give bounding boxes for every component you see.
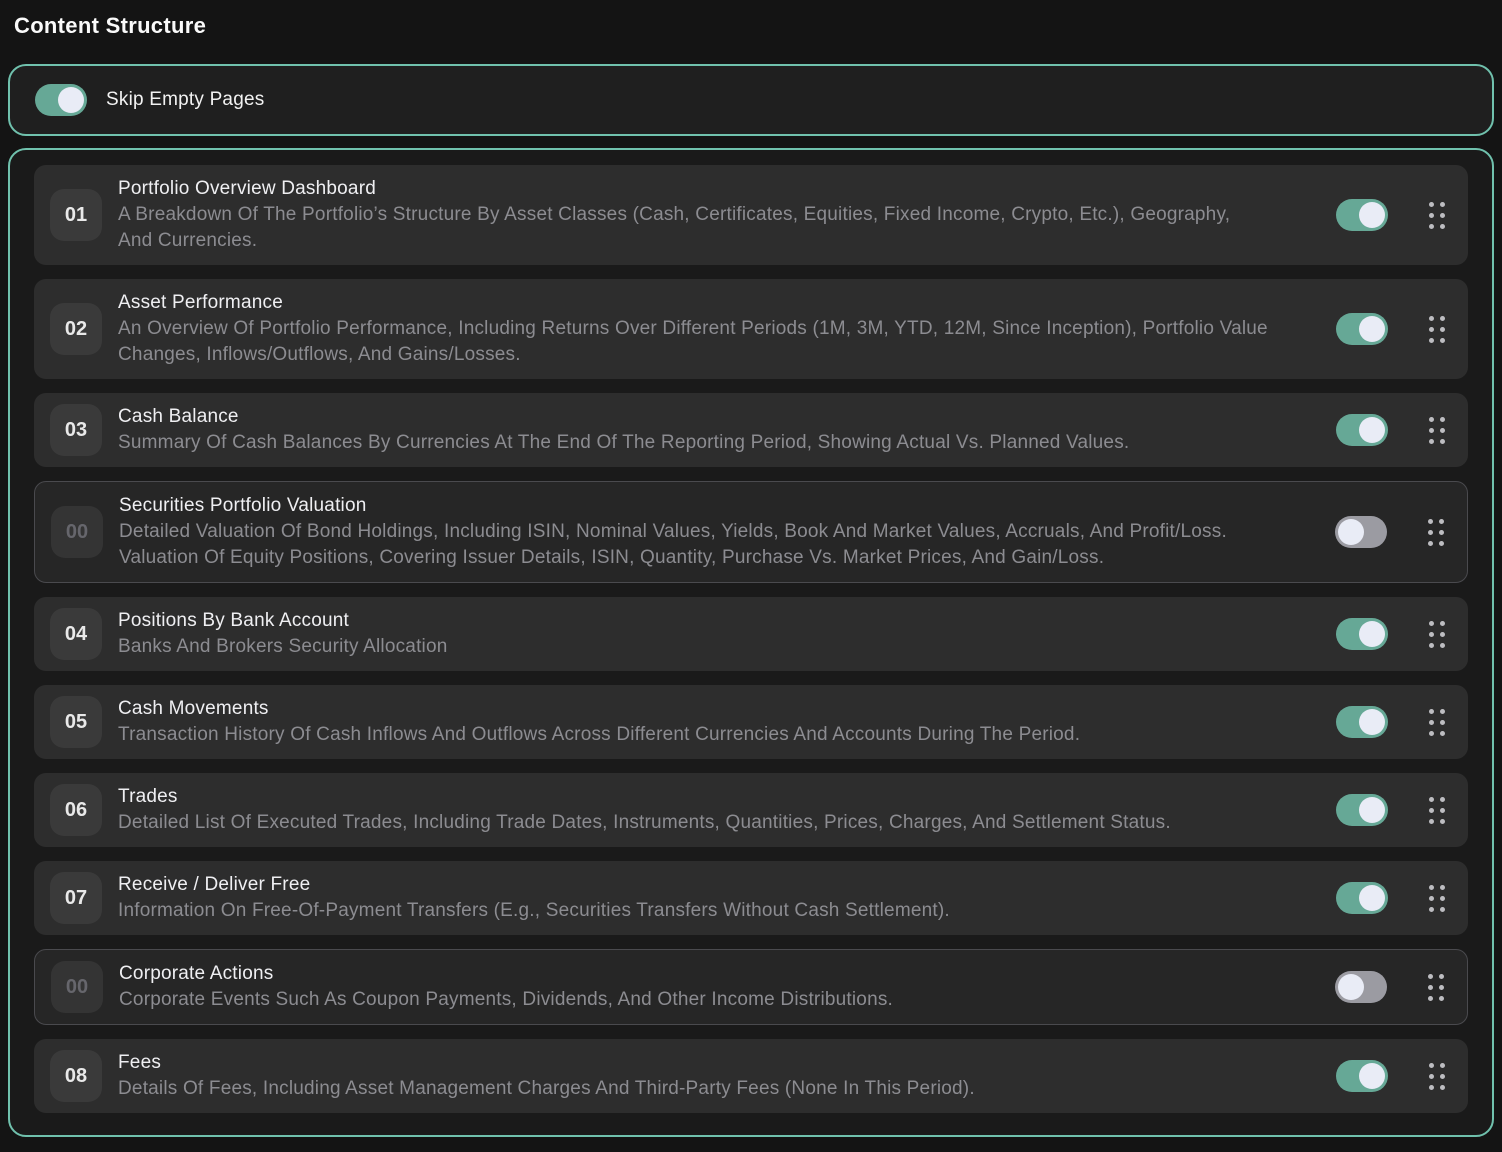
section-text: Securities Portfolio Valuation Detailed … [119,493,1319,571]
section-description: Detailed Valuation Of Bond Holdings, Inc… [119,519,1269,571]
section-description: Detailed List Of Executed Trades, Includ… [118,810,1268,836]
section-toggle[interactable] [1336,414,1388,446]
section-row: 03 Cash Balance Summary Of Cash Balances… [34,393,1468,467]
section-row: 00 Corporate Actions Corporate Events Su… [34,949,1468,1025]
section-toggle[interactable] [1336,706,1388,738]
section-number-badge: 07 [50,872,102,924]
section-toggle[interactable] [1336,882,1388,914]
drag-handle-icon[interactable] [1428,974,1444,1001]
section-controls [1335,971,1451,1003]
drag-handle-icon[interactable] [1429,709,1445,736]
toggle-knob [1359,621,1385,647]
section-title: Cash Balance [118,404,1320,430]
section-text: Cash Movements Transaction History Of Ca… [118,696,1320,748]
section-controls [1336,618,1452,650]
section-title: Asset Performance [118,290,1320,316]
section-toggle[interactable] [1336,618,1388,650]
toggle-knob [1359,417,1385,443]
toggle-knob [58,87,84,113]
section-text: Trades Detailed List Of Executed Trades,… [118,784,1320,836]
section-row: 07 Receive / Deliver Free Information On… [34,861,1468,935]
section-text: Corporate Actions Corporate Events Such … [119,961,1319,1013]
section-controls [1336,882,1452,914]
section-text: Asset Performance An Overview Of Portfol… [118,290,1320,368]
drag-handle-icon[interactable] [1429,621,1445,648]
section-row: 08 Fees Details Of Fees, Including Asset… [34,1039,1468,1113]
section-title: Positions By Bank Account [118,608,1320,634]
section-description: Banks And Brokers Security Allocation [118,634,1268,660]
section-toggle[interactable] [1336,199,1388,231]
section-controls [1336,706,1452,738]
section-row: 00 Securities Portfolio Valuation Detail… [34,481,1468,583]
section-text: Fees Details Of Fees, Including Asset Ma… [118,1050,1320,1102]
skip-empty-pages-toggle[interactable] [35,84,87,116]
section-description: Corporate Events Such As Coupon Payments… [119,987,1269,1013]
drag-handle-icon[interactable] [1429,797,1445,824]
section-title: Securities Portfolio Valuation [119,493,1319,519]
section-description: An Overview Of Portfolio Performance, In… [118,316,1268,368]
section-controls [1335,516,1451,548]
section-toggle[interactable] [1336,313,1388,345]
section-description: A Breakdown Of The Portfolio’s Structure… [118,202,1268,254]
section-controls [1336,794,1452,826]
section-row: 04 Positions By Bank Account Banks And B… [34,597,1468,671]
section-title: Trades [118,784,1320,810]
skip-empty-pages-panel: Skip Empty Pages [8,64,1494,136]
section-controls [1336,313,1452,345]
section-controls [1336,414,1452,446]
section-title: Fees [118,1050,1320,1076]
section-toggle[interactable] [1336,1060,1388,1092]
section-row: 05 Cash Movements Transaction History Of… [34,685,1468,759]
section-toggle[interactable] [1336,794,1388,826]
section-toggle[interactable] [1335,971,1387,1003]
toggle-knob [1359,797,1385,823]
toggle-knob [1338,519,1364,545]
section-title: Cash Movements [118,696,1320,722]
section-number-badge: 00 [51,506,103,558]
drag-handle-icon[interactable] [1428,519,1444,546]
section-number-badge: 01 [50,189,102,241]
content-structure-list: 01 Portfolio Overview Dashboard A Breakd… [8,148,1494,1137]
section-number-badge: 03 [50,404,102,456]
section-title: Corporate Actions [119,961,1319,987]
section-description: Transaction History Of Cash Inflows And … [118,722,1268,748]
section-controls [1336,199,1452,231]
section-number-badge: 05 [50,696,102,748]
content-structure-page: { "page": { "title": "Content Structure"… [0,0,1502,1152]
skip-empty-pages-label: Skip Empty Pages [106,89,264,111]
section-number-badge: 06 [50,784,102,836]
section-text: Positions By Bank Account Banks And Brok… [118,608,1320,660]
section-number-badge: 04 [50,608,102,660]
page-title: Content Structure [0,0,1502,39]
section-text: Cash Balance Summary Of Cash Balances By… [118,404,1320,456]
section-number-badge: 00 [51,961,103,1013]
section-number-badge: 02 [50,303,102,355]
section-text: Portfolio Overview Dashboard A Breakdown… [118,176,1320,254]
section-toggle[interactable] [1335,516,1387,548]
section-row: 01 Portfolio Overview Dashboard A Breakd… [34,165,1468,265]
toggle-knob [1359,202,1385,228]
section-row: 06 Trades Detailed List Of Executed Trad… [34,773,1468,847]
drag-handle-icon[interactable] [1429,417,1445,444]
section-title: Receive / Deliver Free [118,872,1320,898]
toggle-knob [1359,709,1385,735]
toggle-knob [1359,885,1385,911]
section-controls [1336,1060,1452,1092]
toggle-knob [1338,974,1364,1000]
section-title: Portfolio Overview Dashboard [118,176,1320,202]
drag-handle-icon[interactable] [1429,885,1445,912]
section-row: 02 Asset Performance An Overview Of Port… [34,279,1468,379]
section-text: Receive / Deliver Free Information On Fr… [118,872,1320,924]
section-number-badge: 08 [50,1050,102,1102]
toggle-knob [1359,316,1385,342]
drag-handle-icon[interactable] [1429,1063,1445,1090]
section-description: Summary Of Cash Balances By Currencies A… [118,430,1268,456]
section-description: Details Of Fees, Including Asset Managem… [118,1076,1268,1102]
section-description: Information On Free-Of-Payment Transfers… [118,898,1268,924]
toggle-knob [1359,1063,1385,1089]
drag-handle-icon[interactable] [1429,202,1445,229]
drag-handle-icon[interactable] [1429,316,1445,343]
